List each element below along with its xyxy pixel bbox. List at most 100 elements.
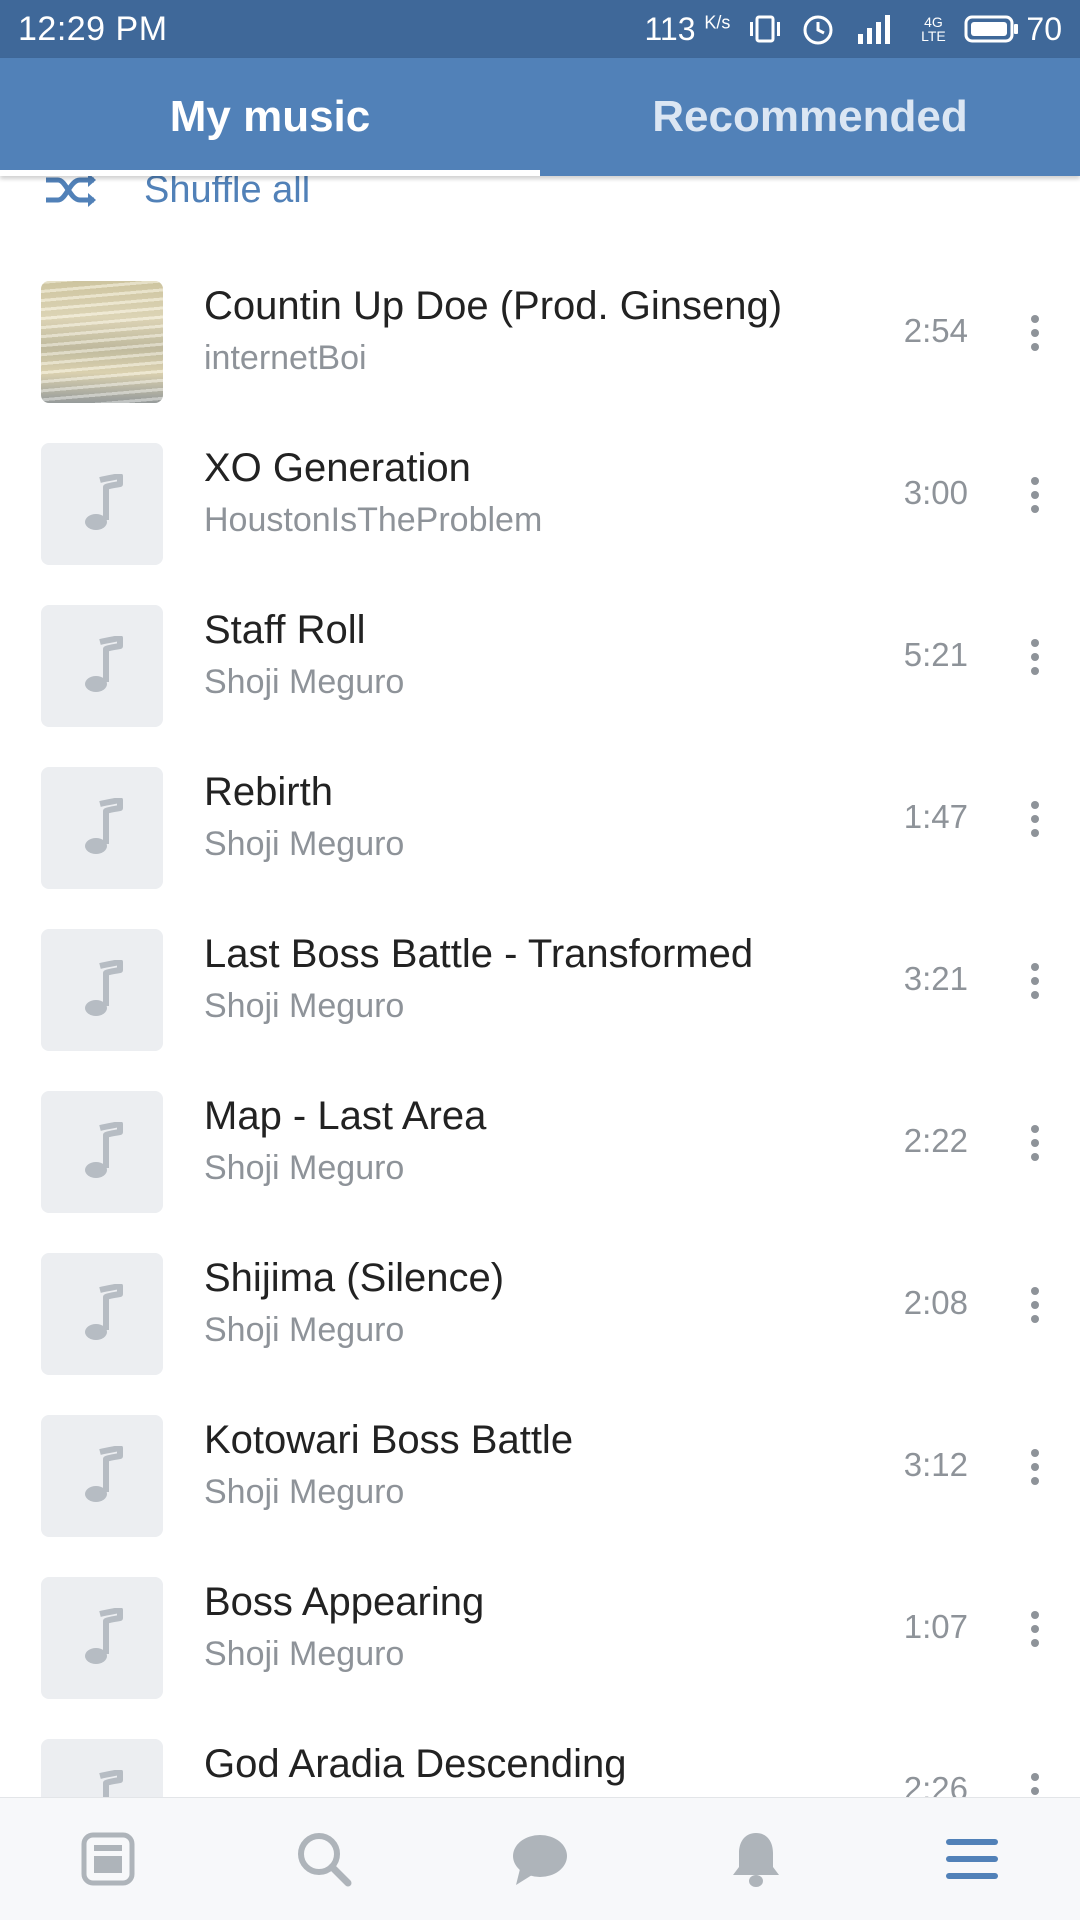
music-note-icon bbox=[85, 636, 123, 692]
track-duration: 3:21 bbox=[903, 960, 968, 997]
network-type: 4G LTE bbox=[921, 14, 946, 44]
track-duration: 1:47 bbox=[903, 798, 968, 835]
status-icons: 113 K/s 4G LTE 70 bbox=[644, 11, 1062, 48]
messages-icon[interactable] bbox=[480, 1809, 600, 1909]
track-duration: 2:26 bbox=[903, 1770, 968, 1800]
track-artist: Shoji Meguro bbox=[204, 1149, 405, 1187]
more-options-icon[interactable] bbox=[1020, 1601, 1050, 1657]
track-info: Boss Appearing Shoji Meguro bbox=[204, 1580, 844, 1674]
music-note-icon bbox=[85, 798, 123, 854]
album-art bbox=[41, 281, 163, 403]
track-row[interactable]: Shijima (Silence) Shoji Meguro 2:08 bbox=[0, 1242, 1080, 1404]
track-title: Countin Up Doe (Prod. Ginseng) bbox=[204, 284, 783, 328]
track-duration: 2:54 bbox=[903, 312, 968, 349]
track-title: Shijima (Silence) bbox=[204, 1256, 505, 1300]
track-row[interactable]: Map - Last Area Shoji Meguro 2:22 bbox=[0, 1080, 1080, 1242]
music-note-icon bbox=[85, 474, 123, 530]
notifications-icon[interactable] bbox=[696, 1809, 816, 1909]
track-row[interactable]: God Aradia Descending 2:26 bbox=[0, 1728, 1080, 1800]
track-info: Kotowari Boss Battle Shoji Meguro bbox=[204, 1418, 844, 1512]
battery: 70 bbox=[964, 11, 1062, 48]
track-duration: 2:08 bbox=[903, 1284, 968, 1321]
news-icon[interactable] bbox=[48, 1809, 168, 1909]
track-info: Rebirth Shoji Meguro bbox=[204, 770, 844, 864]
more-options-icon[interactable] bbox=[1020, 1277, 1050, 1333]
more-options-icon[interactable] bbox=[1020, 953, 1050, 1009]
track-duration: 1:07 bbox=[903, 1608, 968, 1645]
track-duration: 5:21 bbox=[903, 636, 968, 673]
track-row[interactable]: XO Generation HoustonIsTheProblem 3:00 bbox=[0, 432, 1080, 594]
signal-icon bbox=[854, 12, 902, 46]
album-placeholder bbox=[41, 443, 163, 565]
album-placeholder bbox=[41, 1415, 163, 1537]
track-row[interactable]: Rebirth Shoji Meguro 1:47 bbox=[0, 756, 1080, 918]
tab-bar: My music Recommended bbox=[0, 58, 1080, 176]
music-note-icon bbox=[99, 1770, 123, 1800]
track-artist: Shoji Meguro bbox=[204, 825, 405, 863]
battery-icon bbox=[964, 15, 1019, 43]
track-row[interactable]: Countin Up Doe (Prod. Ginseng) internetB… bbox=[0, 270, 1080, 432]
track-title: Rebirth bbox=[204, 770, 333, 814]
track-row[interactable]: Boss Appearing Shoji Meguro 1:07 bbox=[0, 1566, 1080, 1728]
track-info: Shijima (Silence) Shoji Meguro bbox=[204, 1256, 844, 1350]
shuffle-icon bbox=[46, 173, 96, 207]
music-note-icon bbox=[85, 960, 123, 1016]
music-note-icon bbox=[85, 1284, 123, 1340]
track-duration: 2:22 bbox=[903, 1122, 968, 1159]
status-time: 12:29 PM bbox=[18, 9, 168, 48]
track-info: Staff Roll Shoji Meguro bbox=[204, 608, 844, 702]
album-placeholder bbox=[41, 1577, 163, 1699]
track-title: Last Boss Battle - Transformed bbox=[204, 932, 754, 976]
track-row[interactable]: Staff Roll Shoji Meguro 5:21 bbox=[0, 594, 1080, 756]
more-options-icon[interactable] bbox=[1020, 305, 1050, 361]
track-info: Map - Last Area Shoji Meguro bbox=[204, 1094, 844, 1188]
battery-level: 70 bbox=[1026, 10, 1062, 47]
track-row[interactable]: Kotowari Boss Battle Shoji Meguro 3:12 bbox=[0, 1404, 1080, 1566]
more-options-icon[interactable] bbox=[1020, 629, 1050, 685]
search-icon[interactable] bbox=[264, 1809, 384, 1909]
track-title: Kotowari Boss Battle bbox=[204, 1418, 574, 1462]
track-artist: Shoji Meguro bbox=[204, 987, 405, 1025]
track-artist: Shoji Meguro bbox=[204, 1311, 405, 1349]
album-placeholder bbox=[41, 1253, 163, 1375]
album-placeholder bbox=[41, 767, 163, 889]
track-info: God Aradia Descending bbox=[204, 1742, 844, 1797]
more-options-icon[interactable] bbox=[1020, 467, 1050, 523]
track-duration: 3:12 bbox=[903, 1446, 968, 1483]
track-artist: Shoji Meguro bbox=[204, 663, 405, 701]
more-options-icon[interactable] bbox=[1020, 1763, 1050, 1800]
more-options-icon[interactable] bbox=[1020, 1115, 1050, 1171]
track-artist: internetBoi bbox=[204, 339, 367, 377]
music-note-icon bbox=[85, 1122, 123, 1178]
album-placeholder bbox=[41, 1739, 163, 1800]
track-info: Last Boss Battle - Transformed Shoji Meg… bbox=[204, 932, 844, 1026]
album-placeholder bbox=[41, 1091, 163, 1213]
track-title: XO Generation bbox=[204, 446, 471, 490]
network-speed: 113 K/s bbox=[644, 10, 731, 47]
alarm-icon bbox=[800, 11, 836, 47]
music-note-icon bbox=[85, 1446, 123, 1502]
tab-my-music[interactable]: My music bbox=[0, 58, 540, 176]
track-artist: HoustonIsTheProblem bbox=[204, 501, 543, 539]
more-options-icon[interactable] bbox=[1020, 1439, 1050, 1495]
track-artist: Shoji Meguro bbox=[204, 1473, 405, 1511]
bottom-nav bbox=[0, 1797, 1080, 1920]
track-info: Countin Up Doe (Prod. Ginseng) internetB… bbox=[204, 284, 844, 378]
track-list: Countin Up Doe (Prod. Ginseng) internetB… bbox=[0, 270, 1080, 1800]
track-duration: 3:00 bbox=[903, 474, 968, 511]
menu-icon[interactable] bbox=[912, 1809, 1032, 1909]
music-note-icon bbox=[85, 1608, 123, 1664]
track-info: XO Generation HoustonIsTheProblem bbox=[204, 446, 844, 540]
track-title: Staff Roll bbox=[204, 608, 366, 652]
vibrate-icon bbox=[748, 12, 782, 46]
album-placeholder bbox=[41, 929, 163, 1051]
track-artist: Shoji Meguro bbox=[204, 1635, 405, 1673]
album-placeholder bbox=[41, 605, 163, 727]
track-row[interactable]: Last Boss Battle - Transformed Shoji Meg… bbox=[0, 918, 1080, 1080]
tab-recommended[interactable]: Recommended bbox=[540, 58, 1080, 176]
track-title: Map - Last Area bbox=[204, 1094, 487, 1138]
track-title: God Aradia Descending bbox=[204, 1742, 627, 1786]
track-title: Boss Appearing bbox=[204, 1580, 485, 1624]
more-options-icon[interactable] bbox=[1020, 791, 1050, 847]
status-bar: 12:29 PM 113 K/s 4G LTE 70 bbox=[0, 0, 1080, 58]
